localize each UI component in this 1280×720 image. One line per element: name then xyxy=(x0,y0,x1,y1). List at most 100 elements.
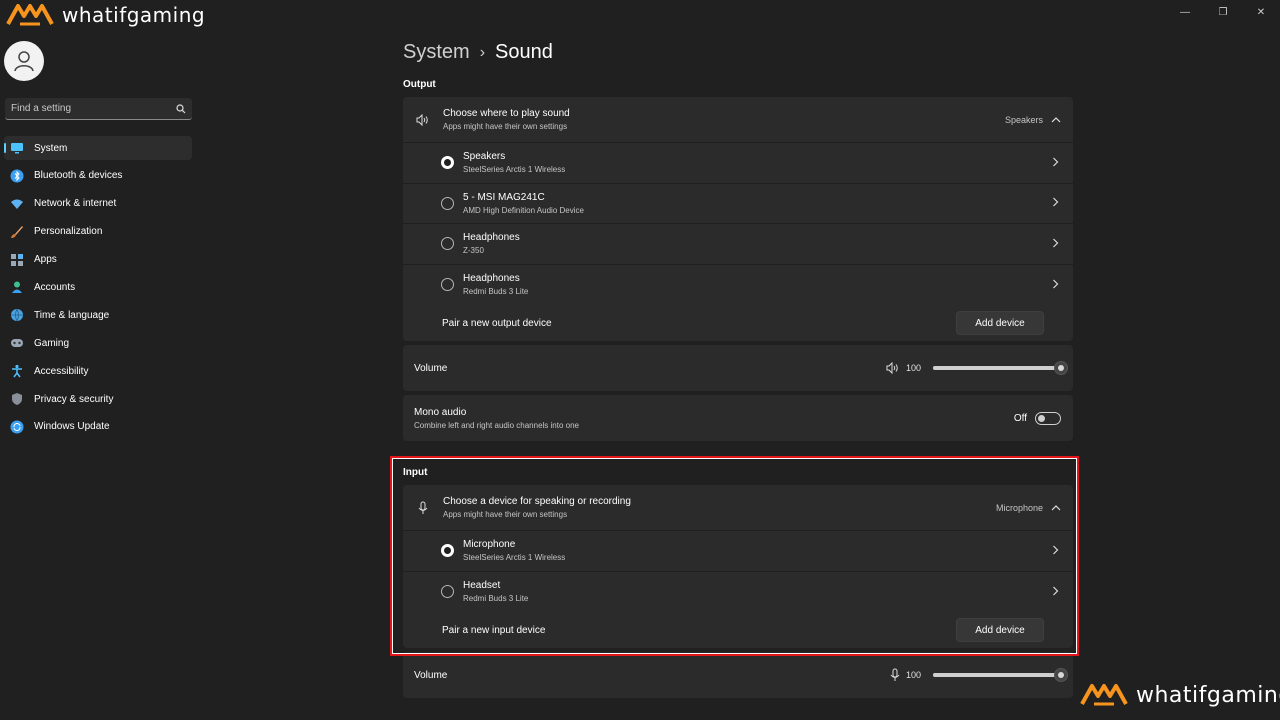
device-name: Headphones xyxy=(463,232,520,244)
watermark-logo-top: whatifgaming xyxy=(6,2,205,28)
avatar[interactable] xyxy=(4,41,44,81)
chevron-right-icon[interactable] xyxy=(1052,196,1059,210)
watermark-logo-bottom: whatifgaming xyxy=(1080,682,1280,708)
input-highlight-box xyxy=(390,456,1079,656)
output-volume-value: 100 xyxy=(905,363,921,373)
mono-audio-card: Mono audio Combine left and right audio … xyxy=(403,395,1073,441)
gamepad-icon xyxy=(10,336,24,350)
microphone-icon[interactable] xyxy=(890,668,900,682)
output-volume-card: Volume 100 xyxy=(403,345,1073,391)
chevron-up-icon[interactable] xyxy=(1051,116,1061,124)
whatifgaming-logo-icon xyxy=(6,4,54,26)
watermark-brand-text: whatifgaming xyxy=(1136,682,1280,708)
sidebar-nav: System Bluetooth & devices Network & inter… xyxy=(4,136,192,443)
device-detail: AMD High Definition Audio Device xyxy=(463,205,584,215)
add-output-device-button[interactable]: Add device xyxy=(956,311,1044,335)
input-volume-label: Volume xyxy=(414,669,448,681)
sidebar-item-windows-update[interactable]: Windows Update xyxy=(4,415,192,439)
output-device-header[interactable]: Choose where to play sound Apps might ha… xyxy=(403,97,1073,143)
radio-button[interactable] xyxy=(441,196,454,210)
accessibility-icon xyxy=(10,364,24,378)
close-icon[interactable]: ✕ xyxy=(1242,0,1280,24)
minimize-icon[interactable]: — xyxy=(1166,0,1204,24)
output-device-row[interactable]: Headphones Z-350 xyxy=(403,224,1073,265)
update-icon xyxy=(10,420,24,434)
radio-button[interactable] xyxy=(441,156,454,170)
mono-audio-subtitle: Combine left and right audio channels in… xyxy=(414,420,579,430)
device-detail: SteelSeries Arctis 1 Wireless xyxy=(463,165,566,175)
globe-icon xyxy=(10,308,24,322)
chevron-right-icon[interactable] xyxy=(1052,156,1059,170)
sidebar-item-bluetooth-devices[interactable]: Bluetooth & devices xyxy=(4,164,192,188)
output-section-label: Output xyxy=(403,79,436,90)
output-volume-slider[interactable] xyxy=(933,361,1068,375)
monitor-icon xyxy=(10,141,24,155)
input-volume-card: Volume 100 xyxy=(403,652,1073,698)
search-box[interactable] xyxy=(5,98,192,120)
output-device-row[interactable]: Headphones Redmi Buds 3 Lite xyxy=(403,265,1073,306)
window-controls: — ❐ ✕ xyxy=(1166,0,1280,24)
brush-icon xyxy=(10,225,24,239)
chevron-right-icon[interactable] xyxy=(1052,278,1059,292)
sidebar-item-personalization[interactable]: Personalization xyxy=(4,220,192,244)
sidebar-item-label: Accounts xyxy=(34,281,76,293)
wifi-icon xyxy=(10,197,24,211)
output-device-row[interactable]: Speakers SteelSeries Arctis 1 Wireless xyxy=(403,143,1073,184)
mono-audio-toggle[interactable] xyxy=(1035,411,1061,425)
sidebar-item-label: Gaming xyxy=(34,337,70,349)
apps-icon xyxy=(10,253,24,267)
whatifgaming-logo-icon xyxy=(1080,684,1128,706)
watermark-brand-text: whatifgaming xyxy=(62,3,206,27)
sidebar-item-accounts[interactable]: Accounts xyxy=(4,275,192,299)
search-input[interactable] xyxy=(11,103,176,114)
sidebar-item-time-language[interactable]: Time & language xyxy=(4,303,192,327)
sidebar-item-label: Accessibility xyxy=(34,365,89,377)
page-title: Sound xyxy=(495,41,553,63)
slider-thumb[interactable] xyxy=(1054,668,1068,682)
sidebar-item-network-internet[interactable]: Network & internet xyxy=(4,192,192,216)
speaker-icon[interactable] xyxy=(886,362,900,374)
output-volume-label: Volume xyxy=(414,362,448,374)
pair-output-label: Pair a new output device xyxy=(442,317,552,329)
device-name: 5 - MSI MAG241C xyxy=(463,191,545,203)
device-detail: Z-350 xyxy=(463,246,484,256)
output-device-row[interactable]: 5 - MSI MAG241C AMD High Definition Audio… xyxy=(403,184,1073,224)
user-icon xyxy=(14,51,34,72)
search-icon[interactable] xyxy=(176,103,186,114)
sidebar-item-privacy-security[interactable]: Privacy & security xyxy=(4,387,192,411)
sidebar-item-accessibility[interactable]: Accessibility xyxy=(4,359,192,383)
slider-thumb[interactable] xyxy=(1054,361,1068,375)
bluetooth-icon xyxy=(10,169,24,183)
mono-audio-title: Mono audio xyxy=(414,406,467,418)
mono-audio-state: Off xyxy=(1013,412,1027,424)
sidebar-item-system[interactable]: System xyxy=(4,136,192,160)
sidebar-item-label: Apps xyxy=(34,254,57,266)
sidebar-item-label: System xyxy=(34,142,68,154)
sidebar-item-label: Network & internet xyxy=(34,198,117,210)
sidebar-item-label: Bluetooth & devices xyxy=(34,170,123,182)
output-header-title: Choose where to play sound xyxy=(443,108,570,119)
device-detail: Redmi Buds 3 Lite xyxy=(463,287,529,297)
breadcrumb: System › Sound xyxy=(403,41,553,64)
sidebar-item-label: Time & language xyxy=(34,309,110,321)
output-selected-device: Speakers xyxy=(1004,114,1043,125)
device-name: Headphones xyxy=(463,273,520,285)
output-header-subtitle: Apps might have their own settings xyxy=(443,122,568,131)
breadcrumb-separator: › xyxy=(479,43,486,61)
device-name: Speakers xyxy=(463,151,506,163)
radio-button[interactable] xyxy=(441,278,454,292)
sidebar-item-label: Windows Update xyxy=(34,421,110,433)
breadcrumb-parent[interactable]: System xyxy=(403,41,470,64)
pair-output-row: Pair a new output device Add device xyxy=(403,305,1073,341)
radio-button[interactable] xyxy=(441,237,454,251)
input-volume-value: 100 xyxy=(905,670,921,680)
output-device-card: Choose where to play sound Apps might ha… xyxy=(403,97,1073,341)
shield-icon xyxy=(10,392,24,406)
input-volume-slider[interactable] xyxy=(933,668,1068,682)
sidebar-item-gaming[interactable]: Gaming xyxy=(4,331,192,355)
sidebar-item-apps[interactable]: Apps xyxy=(4,248,192,272)
restore-icon[interactable]: ❐ xyxy=(1204,0,1242,24)
sidebar-item-label: Privacy & security xyxy=(34,393,114,405)
chevron-right-icon[interactable] xyxy=(1052,237,1059,251)
speaker-icon xyxy=(416,113,428,126)
